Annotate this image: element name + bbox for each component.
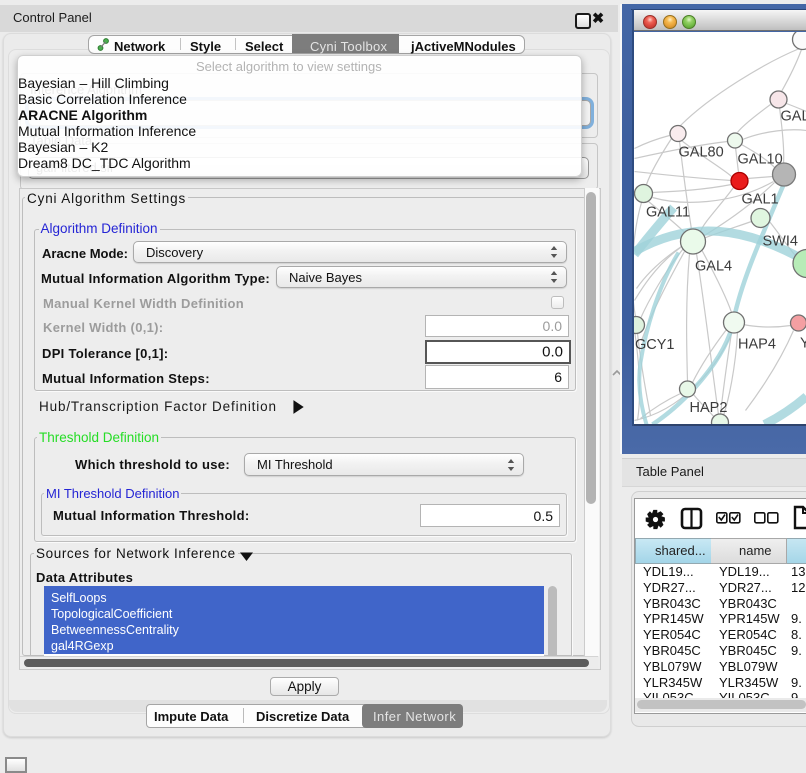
svg-text:SWI4: SWI4 (762, 233, 797, 249)
svg-text:GAL4: GAL4 (695, 258, 732, 274)
svg-text:GAL80: GAL80 (678, 144, 723, 160)
svg-text:GAL11: GAL11 (646, 204, 690, 220)
svg-text:GAL7: GAL7 (780, 108, 806, 124)
svg-text:HAP4: HAP4 (738, 336, 776, 352)
svg-text:HAP2: HAP2 (689, 400, 727, 416)
svg-text:GAL10: GAL10 (737, 151, 782, 167)
svg-text:GCY1: GCY1 (635, 337, 675, 353)
svg-text:GAL1: GAL1 (741, 191, 778, 207)
svg-text:Y: Y (800, 335, 806, 351)
